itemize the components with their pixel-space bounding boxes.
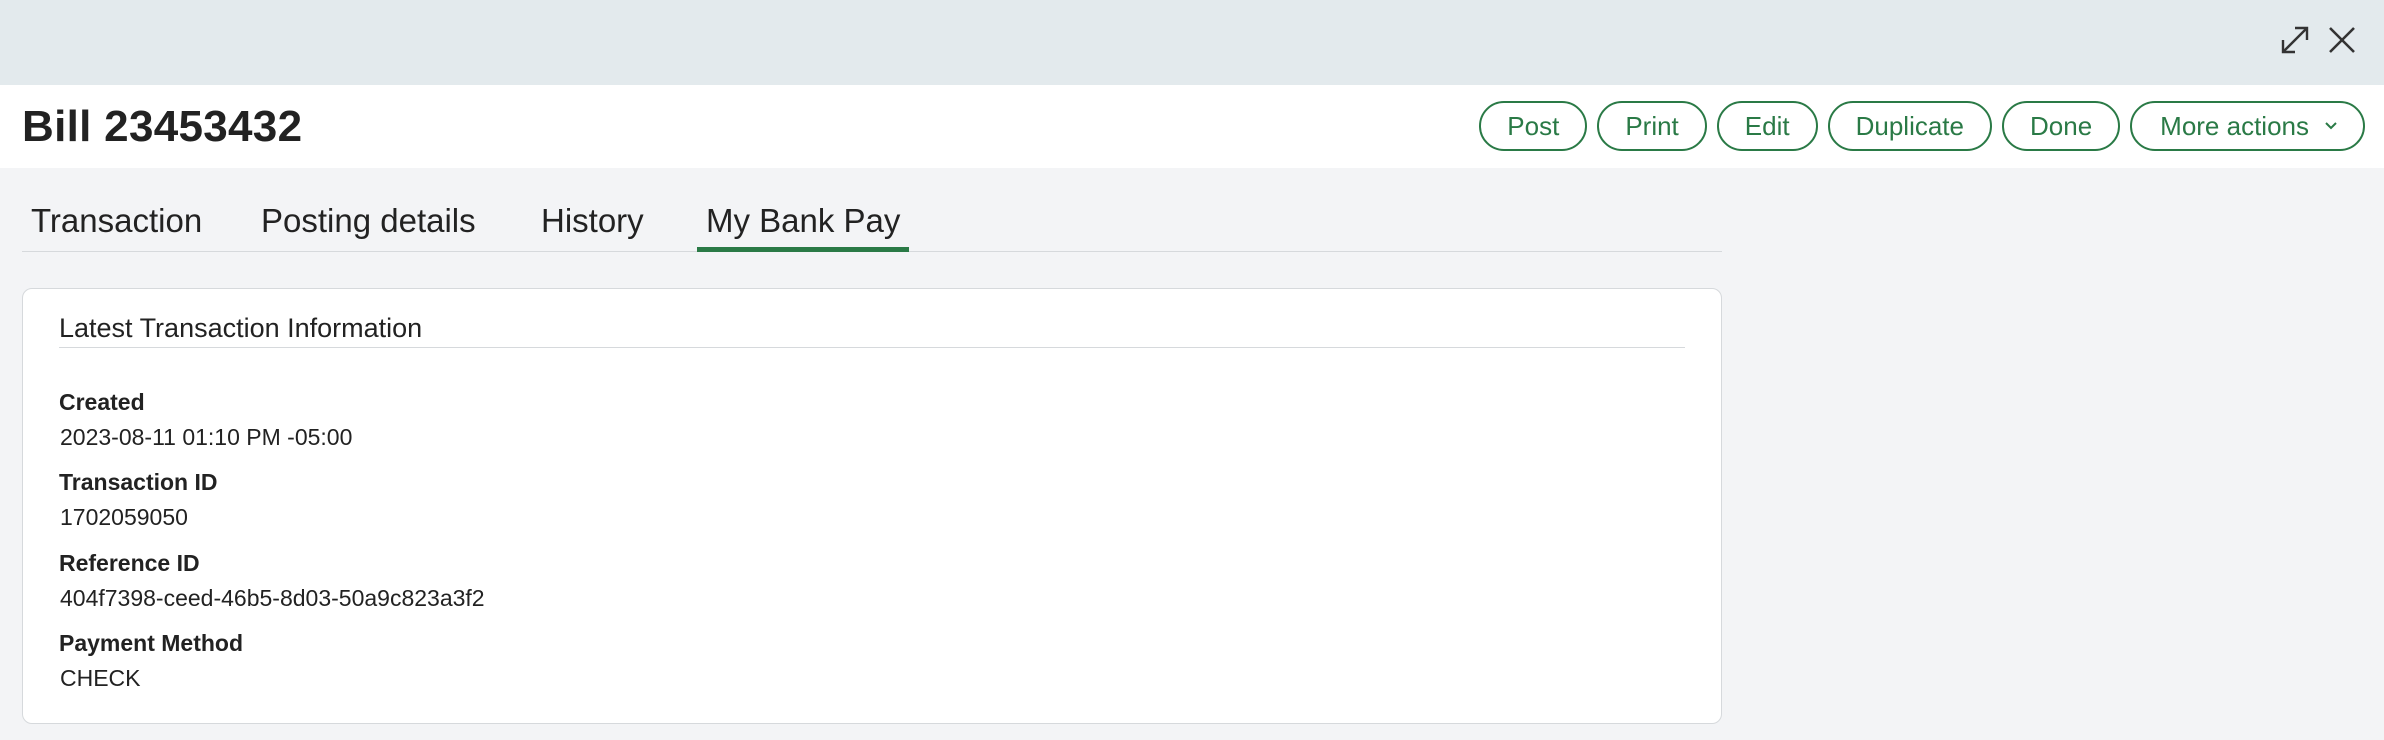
created-label: Created: [59, 389, 145, 415]
duplicate-button[interactable]: Duplicate: [1827, 101, 1992, 151]
transaction-info-card: Latest Transaction Information Created 2…: [22, 288, 1722, 724]
action-bar: Post Print Edit Duplicate Done More acti…: [1479, 101, 2365, 151]
payment-method-value: CHECK: [60, 665, 141, 691]
edit-button[interactable]: Edit: [1716, 101, 1818, 151]
more-actions-button[interactable]: More actions: [2130, 101, 2365, 151]
created-value: 2023-08-11 01:10 PM -05:00: [60, 424, 353, 450]
tab-history[interactable]: History: [532, 202, 653, 252]
window-topbar: [0, 0, 2384, 85]
chevron-down-icon: [2325, 122, 2337, 130]
tab-bar: Transaction Posting details History My B…: [22, 200, 1722, 252]
done-button[interactable]: Done: [2002, 101, 2121, 151]
close-icon[interactable]: [2322, 20, 2362, 60]
tab-transaction[interactable]: Transaction: [22, 202, 211, 252]
transaction-id-label: Transaction ID: [59, 469, 218, 495]
transaction-id-value: 1702059050: [60, 504, 188, 530]
print-button[interactable]: Print: [1597, 101, 1707, 151]
reference-id-label: Reference ID: [59, 550, 200, 576]
post-button[interactable]: Post: [1479, 101, 1588, 151]
page-title: Bill 23453432: [22, 102, 303, 151]
page-header: Bill 23453432 Post Print Edit Duplicate …: [0, 85, 2384, 168]
tab-my-bank-pay[interactable]: My Bank Pay: [697, 202, 910, 252]
reference-id-value: 404f7398-ceed-46b5-8d03-50a9c823a3f2: [60, 585, 485, 611]
payment-method-label: Payment Method: [59, 630, 244, 656]
tab-posting-details[interactable]: Posting details: [252, 202, 485, 252]
more-actions-label: More actions: [2160, 110, 2309, 141]
expand-icon[interactable]: [2275, 20, 2315, 60]
card-title: Latest Transaction Information: [59, 313, 1685, 348]
